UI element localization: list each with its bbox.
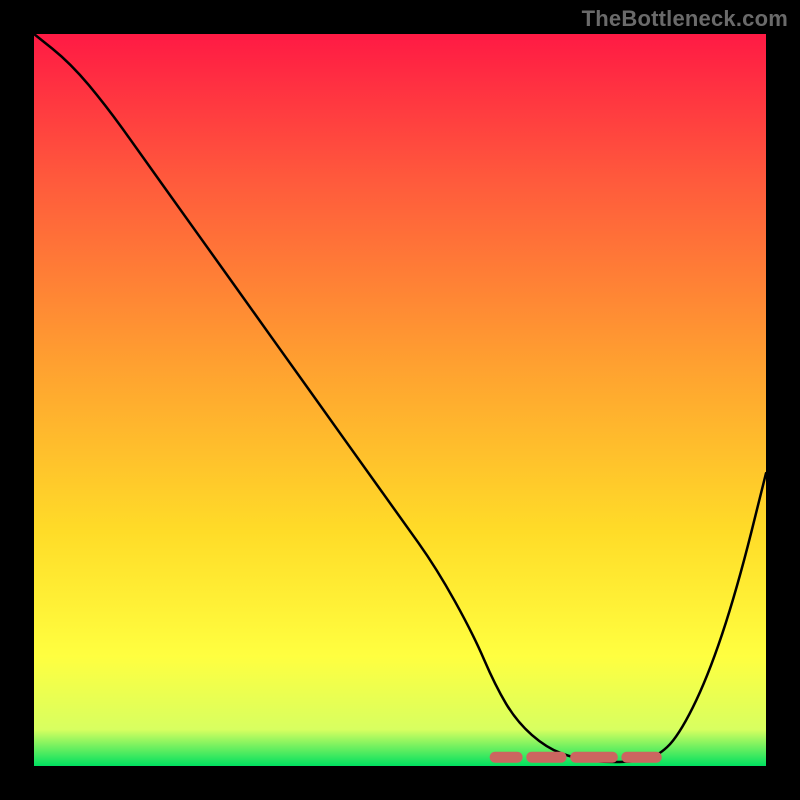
bottleneck-chart [34, 34, 766, 766]
chart-container: TheBottleneck.com [0, 0, 800, 800]
gradient-background [34, 34, 766, 766]
chart-svg [34, 34, 766, 766]
watermark: TheBottleneck.com [582, 6, 788, 32]
